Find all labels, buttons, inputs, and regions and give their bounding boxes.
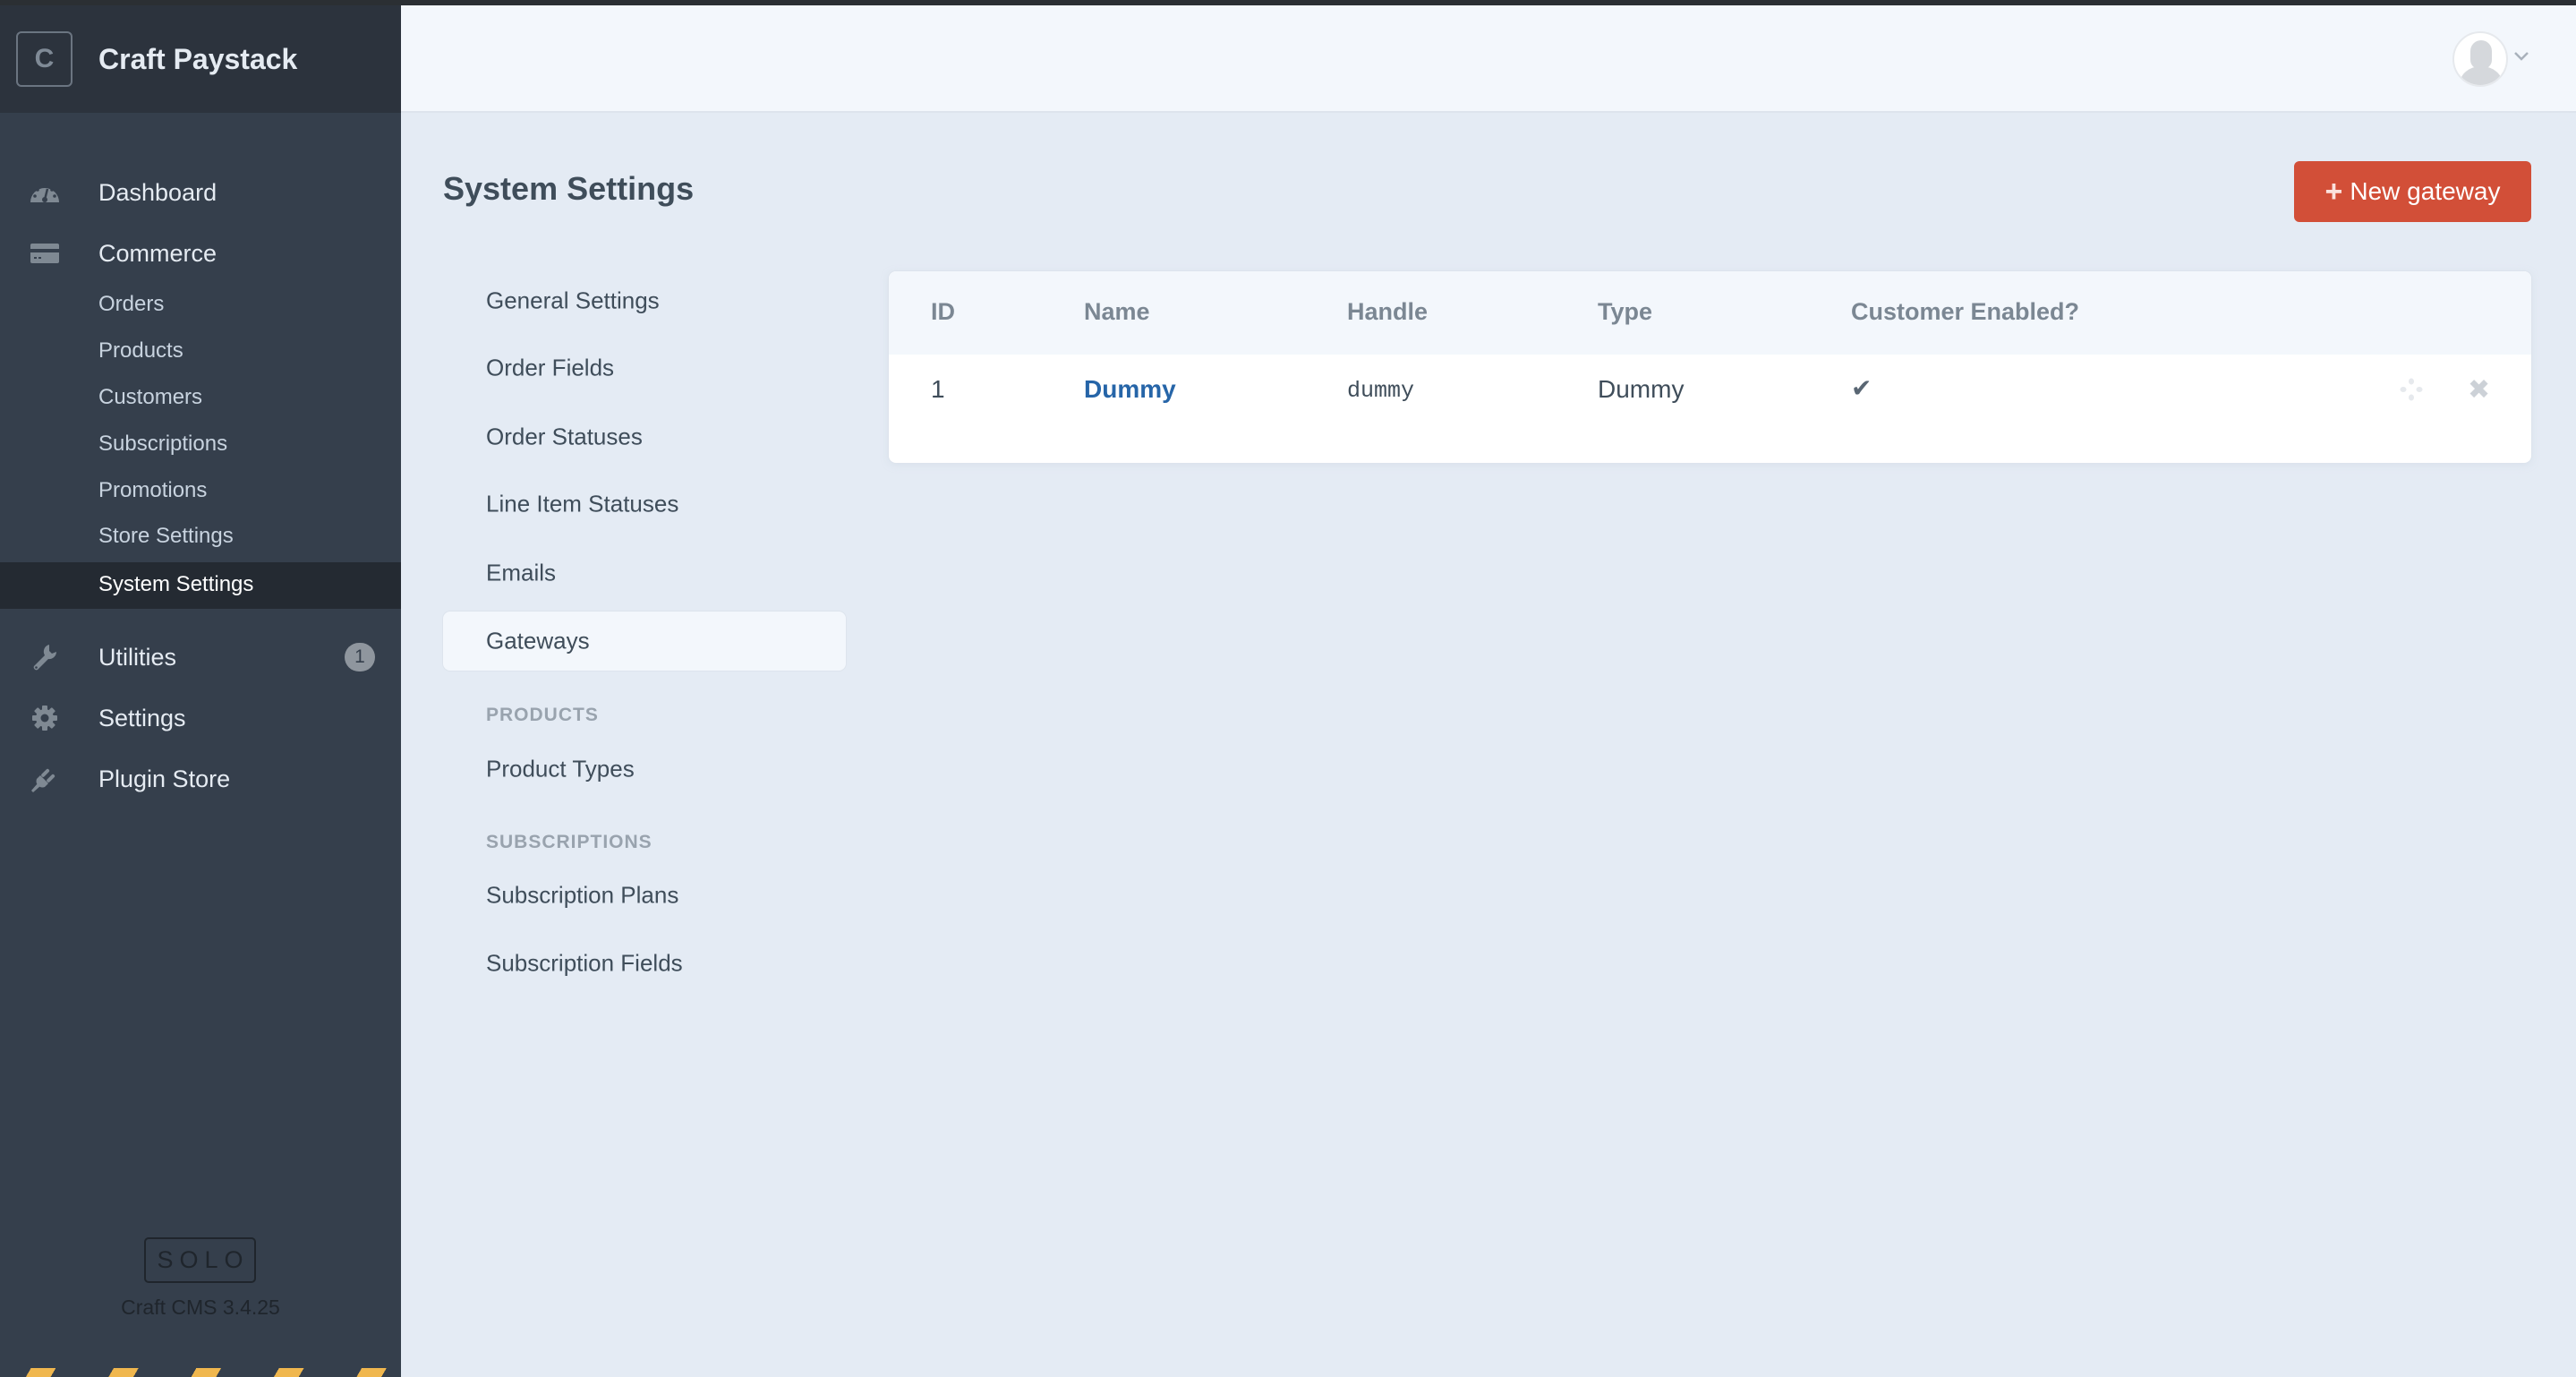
delete-icon[interactable]: ✖ [2468,374,2490,406]
subnav-label: Subscription Plans [486,881,679,909]
sidebar-item-label: Settings [98,704,186,731]
sidebar-subitem-orders[interactable]: Orders [0,292,401,321]
site-name[interactable]: Craft Paystack [98,41,297,77]
sidebar-subitem-label: Products [98,338,183,363]
column-header-customer-enabled: Customer Enabled? [1851,298,2080,325]
subnav-heading-subscriptions: SUBSCRIPTIONS [486,832,653,852]
sidebar-item-label: Plugin Store [98,765,231,792]
sidebar-subitem-label: Store Settings [98,524,234,548]
sidebar-item-commerce[interactable]: Commerce [0,237,401,269]
sidebar-item-utilities[interactable]: Utilities 1 [0,641,401,673]
sidebar-item-label: Utilities [98,643,177,671]
user-avatar-icon[interactable] [2452,31,2508,87]
cell-type: Dummy [1598,375,1685,403]
dev-mode-stripes [0,1368,401,1377]
subnav-label: Line Item Statuses [486,490,679,517]
table-header: ID Name Handle Type Customer Enabled? [889,271,2531,355]
avatar-head [2470,40,2492,69]
subnav-label: Emails [486,559,557,586]
subnav-emails[interactable]: Emails [443,543,846,603]
sidebar-subitem-subscriptions[interactable]: Subscriptions [0,432,401,460]
sidebar-subitem-products[interactable]: Products [0,338,401,367]
subnav-order-fields[interactable]: Order Fields [443,338,846,398]
new-gateway-label: New gateway [2350,177,2501,205]
credit-card-icon [29,237,61,269]
window-top-bar [0,0,2576,5]
subnav-label: Gateways [486,627,590,654]
subnav-product-types[interactable]: Product Types [443,740,846,799]
column-header-id: ID [931,298,955,325]
cell-id: 1 [931,375,945,403]
subnav-label: General Settings [486,287,660,314]
column-header-name: Name [1084,298,1150,325]
sidebar-subitem-label: Orders [98,292,165,316]
sidebar-item-plugin-store[interactable]: Plugin Store [0,763,401,795]
wrench-icon [29,641,61,673]
column-header-handle: Handle [1347,298,1429,325]
gear-icon [29,702,61,734]
sidebar-subitem-label: System Settings [98,572,254,596]
sidebar-subitem-label: Promotions [98,478,208,502]
avatar-body [2460,66,2503,85]
sidebar-subitem-label: Subscriptions [98,432,228,456]
new-gateway-button[interactable]: + New gateway [2294,161,2531,222]
subnav-subscription-fields[interactable]: Subscription Fields [443,934,846,993]
gateway-name-link[interactable]: Dummy [1084,375,1176,404]
sidebar-header: C Craft Paystack [0,0,401,113]
subnav-subscription-plans[interactable]: Subscription Plans [443,866,846,925]
dashboard-gauge-icon [29,176,61,209]
sidebar-item-settings[interactable]: Settings [0,702,401,734]
subnav-label: Product Types [486,755,635,783]
notification-badge: 1 [345,643,375,671]
sidebar-item-label: Commerce [98,239,218,267]
sidebar-subitem-system-settings[interactable]: System Settings [0,562,401,609]
chevron-down-icon[interactable] [2513,47,2531,64]
site-logo[interactable]: C [16,31,73,87]
subnav-gateways[interactable]: Gateways [443,612,846,671]
subnav-label: Subscription Fields [486,949,683,977]
cms-version: Craft CMS 3.4.25 [121,1296,280,1319]
site-logo-letter: C [34,44,55,73]
subnav-order-statuses[interactable]: Order Statuses [443,407,846,466]
sidebar-item-label: Dashboard [98,178,218,206]
move-handle-icon[interactable] [2400,378,2423,401]
sidebar: C Craft Paystack Dashboard Commerce Orde… [0,0,401,1377]
sidebar-subitem-promotions[interactable]: Promotions [0,478,401,507]
subnav-heading-products: PRODUCTS [486,705,599,725]
plus-icon: + [2324,175,2343,209]
subnav-line-item-statuses[interactable]: Line Item Statuses [443,475,846,534]
sidebar-subitem-customers[interactable]: Customers [0,385,401,414]
global-header [401,5,2576,113]
column-header-type: Type [1598,298,1653,325]
page-title: System Settings [443,170,695,207]
sidebar-item-dashboard[interactable]: Dashboard [0,176,401,209]
cell-handle: dummy [1347,378,1415,404]
sidebar-subitem-label: Customers [98,385,203,409]
subnav-label: Order Statuses [486,423,643,450]
sidebar-subitem-store-settings[interactable]: Store Settings [0,524,401,552]
edition-badge[interactable]: SOLO [144,1237,256,1283]
subnav-label: Order Fields [486,354,615,381]
gateways-table: ID Name Handle Type Customer Enabled? 1 … [889,271,2531,463]
checkmark-icon: ✔ [1851,374,1872,402]
plug-icon [29,763,61,795]
subnav-general-settings[interactable]: General Settings [443,271,846,330]
